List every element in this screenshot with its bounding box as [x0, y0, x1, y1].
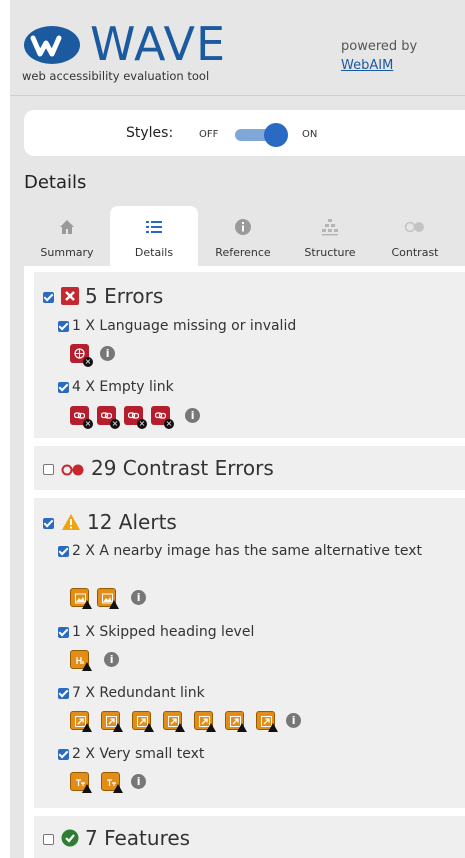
- small-text-item-label: 2 X Very small text: [72, 746, 205, 762]
- styles-on-label: ON: [302, 129, 318, 140]
- alert-item-same-alt: 2 X A nearby image has the same alternat…: [58, 541, 438, 562]
- small-text-checkbox[interactable]: [58, 748, 69, 760]
- structure-icon: [288, 218, 372, 242]
- small-text-alert-icon[interactable]: [70, 772, 92, 793]
- same-alt-checkbox[interactable]: [58, 545, 69, 557]
- same-alt-item-label: 2 X A nearby image has the same alternat…: [72, 543, 423, 559]
- small-text-info-icon[interactable]: i: [131, 774, 147, 789]
- contrast-error-icon: [61, 458, 85, 482]
- redundant-link-alert-icon[interactable]: [225, 711, 247, 732]
- styles-toggle-bar: Styles: OFF ON: [24, 110, 465, 156]
- errors-checkbox[interactable]: [43, 292, 54, 303]
- contrast-icon: [372, 218, 458, 242]
- tab-structure[interactable]: Structure: [288, 206, 372, 266]
- alerts-checkbox[interactable]: [43, 518, 54, 529]
- wave-sidebar: WAVE web accessibility evaluation tool p…: [10, 0, 465, 858]
- same-alt-alert-icon[interactable]: [97, 588, 119, 609]
- tab-reference[interactable]: Reference: [198, 206, 288, 266]
- wave-header: WAVE web accessibility evaluation tool p…: [10, 0, 465, 95]
- skipped-heading-checkbox[interactable]: [58, 626, 69, 638]
- contrast-category: 29 Contrast Errors: [43, 456, 274, 482]
- features-label: 7 Features: [85, 826, 191, 850]
- error-icon: [61, 286, 79, 310]
- features-checkbox[interactable]: [43, 834, 54, 845]
- empty-link-error-icon[interactable]: ×: [151, 406, 174, 429]
- tagline: web accessibility evaluation tool: [22, 69, 210, 83]
- redundant-link-alert-icon[interactable]: [101, 711, 123, 732]
- language-error-icon[interactable]: ×: [70, 344, 93, 367]
- language-checkbox[interactable]: [58, 320, 69, 332]
- info-icon: [198, 218, 288, 242]
- home-icon: [24, 218, 110, 242]
- alerts-card: 12 Alerts 2 X A nearby image has the sam…: [34, 498, 465, 808]
- tab-details[interactable]: Details: [110, 206, 198, 266]
- styles-toggle-knob[interactable]: [264, 123, 288, 147]
- alert-item-small-text: 2 X Very small text: [58, 744, 204, 765]
- redundant-link-alert-icon[interactable]: [132, 711, 154, 732]
- skipped-heading-item-label: 1 X Skipped heading level: [72, 624, 255, 640]
- wave-logo-text: WAVE: [90, 17, 227, 71]
- contrast-card: 29 Contrast Errors: [34, 446, 465, 490]
- small-text-icons: i: [70, 771, 147, 793]
- error-item-language: 1 X Language missing or invalid: [58, 316, 296, 337]
- skipped-heading-alert-icon[interactable]: [70, 650, 92, 671]
- same-alt-info-icon[interactable]: i: [131, 590, 147, 605]
- powered-by: powered by WebAIM: [341, 37, 417, 75]
- feature-icon: [61, 828, 79, 852]
- empty-link-icons: × × × × i: [70, 405, 201, 429]
- details-content: 5 Errors 1 X Language missing or invalid…: [24, 266, 465, 858]
- alerts-label: 12 Alerts: [87, 510, 177, 534]
- empty-link-error-icon[interactable]: ×: [97, 406, 120, 429]
- redundant-link-alert-icon[interactable]: [163, 711, 185, 732]
- same-alt-alert-icon[interactable]: [70, 588, 92, 609]
- tab-contrast[interactable]: Contrast: [372, 206, 458, 266]
- redundant-link-alert-icon[interactable]: [70, 711, 92, 732]
- alert-item-skipped-heading: 1 X Skipped heading level: [58, 622, 254, 643]
- contrast-checkbox[interactable]: [43, 464, 54, 475]
- header-divider: [10, 95, 465, 96]
- tab-summary-label: Summary: [40, 246, 94, 259]
- list-icon: [110, 218, 198, 242]
- language-item-label: 1 X Language missing or invalid: [72, 318, 297, 334]
- redundant-link-alert-icon[interactable]: [256, 711, 278, 732]
- errors-label: 5 Errors: [85, 284, 164, 308]
- powered-by-label: powered by: [341, 39, 418, 54]
- redundant-link-icons: i: [70, 710, 302, 732]
- redundant-link-alert-icon[interactable]: [194, 711, 216, 732]
- empty-link-error-icon[interactable]: ×: [70, 406, 93, 429]
- same-alt-icons: i: [70, 587, 147, 609]
- features-category: 7 Features: [43, 826, 190, 852]
- empty-link-info-icon[interactable]: i: [185, 408, 201, 423]
- tab-reference-label: Reference: [215, 246, 271, 259]
- features-card: 7 Features: [34, 816, 465, 858]
- skipped-heading-info-icon[interactable]: i: [104, 652, 120, 667]
- tab-summary[interactable]: Summary: [24, 206, 110, 266]
- alerts-category: 12 Alerts: [43, 510, 177, 536]
- empty-link-checkbox[interactable]: [58, 381, 69, 393]
- alert-item-redundant-link: 7 X Redundant link: [58, 683, 205, 704]
- tab-contrast-label: Contrast: [391, 246, 439, 259]
- error-item-empty-link: 4 X Empty link: [58, 377, 174, 398]
- language-info-icon[interactable]: i: [100, 346, 116, 361]
- errors-category: 5 Errors: [43, 284, 163, 310]
- alert-icon: [61, 512, 81, 536]
- tab-bar: Summary Details Reference Structure Cont…: [24, 206, 465, 266]
- wave-logo-icon: [24, 26, 80, 64]
- redundant-link-info-icon[interactable]: i: [286, 713, 302, 728]
- empty-link-item-label: 4 X Empty link: [72, 379, 174, 395]
- small-text-alert-icon[interactable]: [101, 772, 123, 793]
- styles-off-label: OFF: [199, 129, 219, 140]
- empty-link-error-icon[interactable]: ×: [124, 406, 147, 429]
- errors-card: 5 Errors 1 X Language missing or invalid…: [34, 272, 465, 438]
- contrast-label: 29 Contrast Errors: [91, 456, 274, 480]
- redundant-link-item-label: 7 X Redundant link: [72, 685, 205, 701]
- language-icons: × i: [70, 343, 116, 367]
- redundant-link-checkbox[interactable]: [58, 687, 69, 699]
- skipped-heading-icons: i: [70, 649, 120, 671]
- styles-label: Styles:: [126, 125, 174, 141]
- webaim-link[interactable]: WebAIM: [341, 56, 417, 75]
- tab-details-label: Details: [134, 246, 174, 259]
- tab-structure-label: Structure: [304, 246, 356, 259]
- details-heading: Details: [24, 172, 87, 193]
